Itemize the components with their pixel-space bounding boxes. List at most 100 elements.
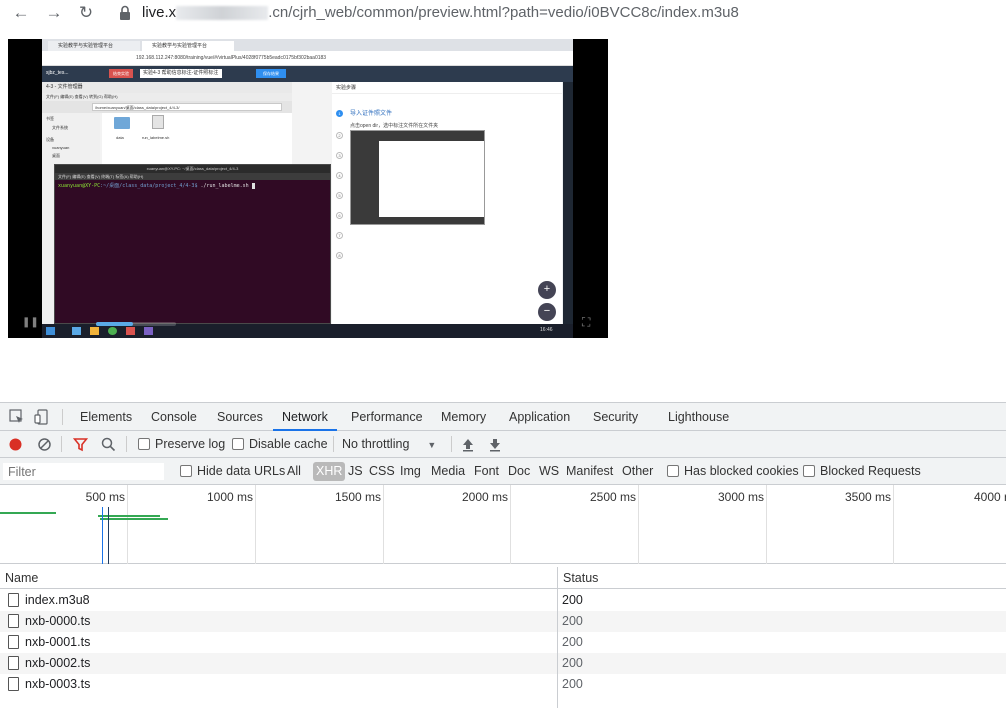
preserve-log-checkbox[interactable]: Preserve log xyxy=(138,431,225,458)
zoom-out-icon[interactable]: − xyxy=(538,303,556,321)
has-blocked-cookies-checkbox[interactable]: Has blocked cookies xyxy=(667,458,799,485)
checkbox-box[interactable] xyxy=(667,465,679,477)
tab-lighthouse[interactable]: Lighthouse xyxy=(668,403,729,431)
tab-performance[interactable]: Performance xyxy=(351,403,423,431)
chevron-down-icon: ▼ xyxy=(427,440,437,450)
back-arrow-icon[interactable]: ← xyxy=(11,3,31,23)
timeline-gridline xyxy=(255,485,256,564)
terminal-prompt-line: xuanyuan@XY-PC:~/桌面/class_data/project_4… xyxy=(58,182,255,189)
video-player[interactable]: 实验教学与实验管理平台 实验教学与实验管理平台 192.168.112.247:… xyxy=(8,39,608,338)
video-progress[interactable] xyxy=(96,322,176,326)
record-icon[interactable] xyxy=(8,437,23,452)
step-number: 2 xyxy=(336,132,343,139)
disable-cache-checkbox[interactable]: Disable cache xyxy=(232,431,328,458)
search-icon[interactable] xyxy=(101,437,116,452)
video-time: 7:54 xyxy=(494,315,516,327)
terminal-window: xuanyuan@XY-PC: ~/桌面/class_data/project_… xyxy=(54,164,331,324)
checkbox-box[interactable] xyxy=(803,465,815,477)
fm-file-label: run_labelme.sh xyxy=(142,135,170,140)
reload-icon[interactable]: ↻ xyxy=(76,3,96,23)
type-filter-all[interactable]: All xyxy=(284,462,304,481)
file-manager-path: /home/xuanyuan/桌面/class_data/project_4/4… xyxy=(92,103,282,111)
column-header-name[interactable]: Name xyxy=(0,567,557,589)
document-icon xyxy=(8,593,19,607)
type-filter-css[interactable]: CSS xyxy=(366,462,398,481)
inspect-element-icon[interactable] xyxy=(8,408,26,426)
lock-icon[interactable] xyxy=(118,5,132,21)
disable-cache-label: Disable cache xyxy=(249,437,328,451)
timeline-request-bar xyxy=(100,518,168,520)
type-filter-ws[interactable]: WS xyxy=(536,462,562,481)
table-row[interactable]: nxb-0003.ts 200 xyxy=(0,674,1006,695)
request-status: 200 xyxy=(562,656,583,670)
hide-data-urls-checkbox[interactable]: Hide data URLs xyxy=(180,458,285,485)
step-number: 7 xyxy=(336,232,343,239)
timeline-request-bar xyxy=(0,512,56,514)
preserve-log-label: Preserve log xyxy=(155,437,226,451)
zoom-in-icon[interactable]: + xyxy=(538,281,556,299)
file-manager-title: 4-3 - 文件管理器 xyxy=(42,82,292,93)
type-filter-media[interactable]: Media xyxy=(428,462,468,481)
pause-icon[interactable]: ❚❚ xyxy=(22,317,39,329)
type-filter-doc[interactable]: Doc xyxy=(505,462,533,481)
column-header-status[interactable]: Status xyxy=(558,567,1006,589)
request-status: 200 xyxy=(562,635,583,649)
import-har-icon[interactable] xyxy=(461,437,475,452)
timeline-gridline xyxy=(766,485,767,564)
type-filter-js[interactable]: JS xyxy=(345,462,366,481)
taskbar-app-icon xyxy=(72,327,81,335)
request-name: nxb-0003.ts xyxy=(25,677,91,691)
terminal-title: xuanyuan@XY-PC: ~/桌面/class_data/project_… xyxy=(55,165,330,173)
recorded-step-title: 实验4-3 帮助信息标注-证件照标注 xyxy=(140,69,222,78)
timeline-tick-label: 1000 ms xyxy=(206,490,253,504)
checkbox-box[interactable] xyxy=(138,438,150,450)
filter-icon[interactable] xyxy=(73,437,88,452)
filter-input[interactable] xyxy=(2,462,165,481)
fullscreen-icon[interactable]: ⛶ xyxy=(582,315,596,329)
tab-application[interactable]: Application xyxy=(509,403,570,431)
export-har-icon[interactable] xyxy=(488,437,502,452)
taskbar-clock: 16:46 xyxy=(540,327,553,333)
tab-console[interactable]: Console xyxy=(151,403,197,431)
device-toolbar-icon[interactable] xyxy=(33,408,51,426)
throttling-value: No throttling xyxy=(342,437,410,451)
terminal-menu: 文件(F) 编辑(E) 查看(V) 终端(T) 标签(A) 帮助(H) xyxy=(55,173,330,180)
table-row[interactable]: index.m3u8 200 xyxy=(0,590,1006,611)
throttling-select[interactable]: No throttling ▼ xyxy=(342,431,436,458)
url-redacted xyxy=(176,6,269,21)
type-filter-font[interactable]: Font xyxy=(471,462,502,481)
checkbox-box[interactable] xyxy=(232,438,244,450)
forward-arrow-icon[interactable]: → xyxy=(44,3,64,23)
type-filter-other[interactable]: Other xyxy=(619,462,656,481)
table-row[interactable]: nxb-0001.ts 200 xyxy=(0,632,1006,653)
blocked-requests-checkbox[interactable]: Blocked Requests xyxy=(803,458,921,485)
taskbar-browser-icon xyxy=(108,327,117,335)
fm-side-item: 文件系统 xyxy=(52,125,68,130)
request-status: 200 xyxy=(562,593,583,607)
tab-network[interactable]: Network xyxy=(273,403,337,431)
network-overview-timeline[interactable]: 500 ms 1000 ms 1500 ms 2000 ms 2500 ms 3… xyxy=(0,485,1006,564)
checkbox-box[interactable] xyxy=(180,465,192,477)
type-filter-manifest[interactable]: Manifest xyxy=(563,462,616,481)
table-row[interactable]: nxb-0002.ts 200 xyxy=(0,653,1006,674)
url-bar[interactable]: live.x .cn/cjrh_web/common/preview.html?p… xyxy=(142,4,739,21)
remote-desktop: 4-3 - 文件管理器 文件(F) 编辑(E) 查看(V) 转到(G) 帮助(H… xyxy=(42,82,332,324)
tab-memory[interactable]: Memory xyxy=(441,403,486,431)
timeline-domcontentloaded-marker xyxy=(102,507,103,564)
tab-sources[interactable]: Sources xyxy=(217,403,263,431)
network-filter-bar: Hide data URLs All XHR JS CSS Img Media … xyxy=(0,458,1006,485)
tab-elements[interactable]: Elements xyxy=(80,403,132,431)
tab-security[interactable]: Security xyxy=(593,403,638,431)
divider xyxy=(126,436,127,452)
step-number: 6 xyxy=(336,212,343,219)
file-manager-pathbar: /home/xuanyuan/桌面/class_data/project_4/4… xyxy=(42,101,292,113)
document-icon xyxy=(8,614,19,628)
clear-icon[interactable] xyxy=(37,437,52,452)
fm-side-item: xuanyuan xyxy=(52,145,70,150)
table-row[interactable]: nxb-0000.ts 200 xyxy=(0,611,1006,632)
type-filter-img[interactable]: Img xyxy=(397,462,424,481)
type-filter-xhr[interactable]: XHR xyxy=(313,462,346,481)
folder-icon xyxy=(114,117,130,129)
video-progress-fill xyxy=(96,322,133,326)
timeline-tick-label: 3000 ms xyxy=(717,490,764,504)
